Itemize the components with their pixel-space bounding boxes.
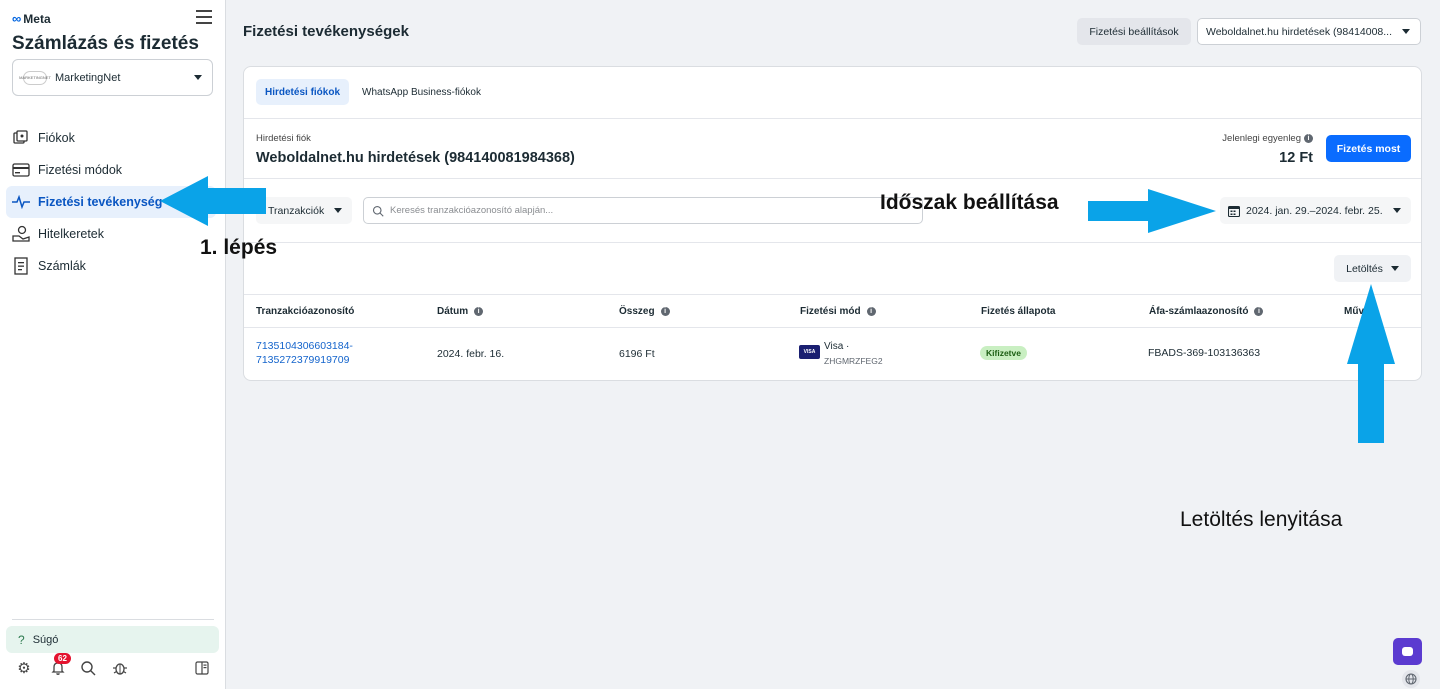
column-header-date[interactable]: Dátum i — [437, 306, 484, 317]
transaction-amount: 6196 Ft — [619, 348, 655, 360]
info-icon[interactable]: i — [474, 307, 484, 316]
sidebar-item-label: Számlák — [38, 259, 86, 273]
help-label: Súgó — [32, 633, 59, 646]
annotation-time-range: Időszak beállítása — [880, 191, 1059, 214]
ad-account-label: Hirdetési fiók — [256, 133, 311, 144]
sidebar-item-accounts[interactable]: Fiókok — [6, 122, 216, 154]
annotation-download: Letöltés lenyitása — [1180, 508, 1343, 531]
help-button[interactable]: ? Súgó — [6, 626, 219, 653]
chat-support-button[interactable] — [1393, 638, 1422, 665]
tab-whatsapp-accounts[interactable]: WhatsApp Business-fiókok — [353, 79, 490, 105]
sidebar-item-label: Fizetési módok — [38, 163, 123, 177]
divider — [244, 327, 1421, 328]
column-header-amount[interactable]: Összeg i — [619, 306, 670, 317]
balance-label: Jelenlegi egyenleg i — [1222, 133, 1313, 144]
meta-brand: Meta — [23, 11, 51, 26]
sidebar-bottom-toolbar: ⚙ 62 — [14, 653, 214, 680]
sidebar-item-label: Fizetési tevékenység — [38, 195, 163, 209]
divider — [244, 178, 1421, 179]
chevron-down-icon — [1393, 208, 1401, 213]
tab-ad-accounts[interactable]: Hirdetési fiókok — [256, 79, 350, 105]
annotation-step: 1. lépés — [200, 236, 278, 259]
date-range-picker[interactable]: 2024. jan. 29.–2024. febr. 25. — [1220, 197, 1411, 224]
column-header-transaction-id[interactable]: Tranzakcióazonosító — [256, 306, 354, 317]
sidebar-item-label: Fiókok — [38, 131, 75, 145]
accounts-icon — [12, 129, 30, 147]
info-icon[interactable]: i — [1304, 134, 1313, 143]
invoice-icon — [12, 257, 30, 275]
date-range-value: 2024. jan. 29.–2024. febr. 25. — [1246, 204, 1383, 217]
business-account-select[interactable]: MARKETINGNET MarketingNet — [12, 59, 213, 96]
ad-account-value: Weboldalnet.hu hirdetések (9841400819843… — [256, 150, 575, 166]
ad-account-dropdown-value: Weboldalnet.hu hirdetések (98414008... — [1206, 25, 1393, 38]
sidebar-divider — [12, 619, 214, 620]
sidebar-item-label: Hitelkeretek — [38, 227, 104, 241]
panel-toggle-icon[interactable] — [192, 658, 212, 678]
transaction-id-link[interactable]: 7135104306603184- 7135272379919709 — [256, 339, 353, 367]
annotation-arrow-right — [1088, 189, 1216, 233]
annotation-arrow-left — [160, 176, 266, 226]
search-icon — [372, 205, 384, 217]
question-icon: ? — [18, 632, 25, 647]
business-account-name: MarketingNet — [55, 71, 121, 84]
payment-method-code: ZHGMRZFEG2 — [824, 356, 883, 366]
business-avatar: MARKETINGNET — [19, 70, 51, 85]
info-icon[interactable]: i — [1254, 307, 1264, 316]
download-button[interactable]: Letöltés — [1334, 255, 1411, 282]
column-header-payment-method[interactable]: Fizetési mód i — [800, 306, 876, 317]
transaction-search-input[interactable]: Keresés tranzakcióazonosító alapján... — [363, 197, 923, 224]
search-icon[interactable] — [78, 658, 98, 678]
transaction-type-dropdown[interactable]: Tranzakciók — [256, 197, 352, 224]
sidebar-item-invoices[interactable]: Számlák — [6, 250, 216, 282]
chevron-down-icon — [194, 75, 202, 80]
balance-value: 12 Ft — [1279, 150, 1313, 166]
account-type-tabs: Hirdetési fiókok WhatsApp Business-fióko… — [256, 79, 490, 105]
payment-method-name: Visa · — [824, 341, 850, 352]
download-label: Letöltés — [1346, 262, 1383, 275]
gear-icon[interactable]: ⚙ — [14, 658, 34, 678]
info-icon[interactable]: i — [866, 307, 876, 316]
globe-icon[interactable] — [1402, 670, 1420, 688]
transaction-date: 2024. febr. 16. — [437, 348, 505, 360]
payment-activity-card: Hirdetési fiókok WhatsApp Business-fióko… — [243, 66, 1422, 381]
credit-icon — [12, 225, 30, 243]
bug-icon[interactable] — [110, 658, 130, 678]
divider — [244, 294, 1421, 295]
notification-badge: 62 — [54, 653, 71, 664]
status-badge: Kifizetve — [980, 346, 1027, 360]
divider — [244, 242, 1421, 243]
calendar-icon — [1228, 205, 1240, 217]
search-placeholder: Keresés tranzakcióazonosító alapján... — [390, 205, 554, 216]
column-header-payment-status[interactable]: Fizetés állapota — [981, 306, 1055, 317]
balance-label-text: Jelenlegi egyenleg — [1222, 133, 1301, 144]
activity-icon — [12, 193, 30, 211]
ad-account-dropdown[interactable]: Weboldalnet.hu hirdetések (98414008... — [1197, 18, 1421, 45]
payment-settings-button[interactable]: Fizetési beállítások — [1077, 18, 1191, 45]
visa-card-icon: VISA — [799, 345, 820, 359]
divider — [244, 118, 1421, 119]
hamburger-menu-icon[interactable] — [196, 10, 212, 24]
app-title: Számlázás és fizetés — [12, 33, 199, 54]
transaction-type-value: Tranzakciók — [268, 204, 325, 217]
chat-bubble-icon — [1402, 647, 1413, 656]
annotation-arrow-up — [1347, 284, 1395, 443]
chevron-down-icon — [1402, 29, 1410, 34]
pay-now-button[interactable]: Fizetés most — [1326, 135, 1411, 162]
info-icon[interactable]: i — [660, 307, 670, 316]
card-icon — [12, 161, 30, 179]
chevron-down-icon — [1390, 266, 1399, 271]
page-title: Fizetési tevékenységek — [243, 23, 409, 40]
column-header-vat-invoice[interactable]: Áfa-számlaazonosító i — [1149, 306, 1264, 317]
chevron-down-icon — [334, 208, 343, 213]
vat-invoice-id: FBADS-369-103136363 — [1148, 347, 1261, 359]
meta-logo[interactable]: ∞ Meta — [12, 11, 51, 26]
meta-infinity-icon: ∞ — [12, 11, 22, 26]
sidebar: ∞ Meta Számlázás és fizetés MARKETINGNET… — [0, 0, 226, 689]
